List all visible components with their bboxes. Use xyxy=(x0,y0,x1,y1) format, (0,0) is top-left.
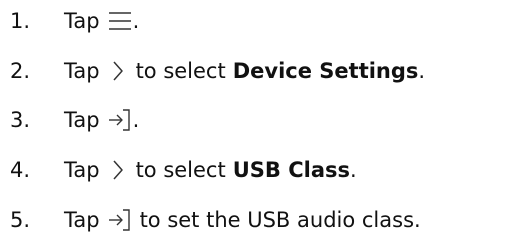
step-end: . xyxy=(418,59,426,83)
step-end: . xyxy=(414,208,421,232)
step-4: 4. Tap to select USB Class . xyxy=(10,153,357,187)
step-target: USB Class xyxy=(232,158,350,182)
step-text: Tap . xyxy=(64,108,139,132)
step-1: 1. Tap . xyxy=(10,4,139,38)
step-instruction: to select xyxy=(135,59,226,83)
step-5: 5. Tap to set the USB audio class . xyxy=(10,203,421,237)
tap-word: Tap xyxy=(64,108,100,132)
tap-word: Tap xyxy=(64,208,100,232)
step-number: 1. xyxy=(10,9,31,33)
tap-word: Tap xyxy=(64,9,100,33)
tap-word: Tap xyxy=(64,158,100,182)
step-number: 5. xyxy=(10,208,31,232)
step-end: . xyxy=(350,158,357,182)
step-instruction: to select xyxy=(135,158,226,182)
step-3: 3. Tap . xyxy=(10,103,139,137)
chevron-right-icon xyxy=(110,158,126,182)
step-number: 3. xyxy=(10,108,31,132)
step-end: . xyxy=(132,9,140,33)
step-end: . xyxy=(132,108,140,132)
step-number: 4. xyxy=(10,158,31,182)
enter-icon xyxy=(107,208,133,232)
step-text: Tap to select Device Settings . xyxy=(64,59,425,83)
tap-word: Tap xyxy=(64,59,100,83)
step-text: Tap to set the USB audio class . xyxy=(64,208,421,232)
step-number: 2. xyxy=(10,59,31,83)
menu-icon xyxy=(107,10,133,32)
enter-icon xyxy=(107,108,133,132)
step-2: 2. Tap to select Device Settings . xyxy=(10,54,425,88)
step-text: Tap to select USB Class . xyxy=(64,158,357,182)
step-text: Tap . xyxy=(64,9,139,33)
step-instruction: to set the USB audio class xyxy=(139,208,415,232)
chevron-right-icon xyxy=(110,59,126,83)
step-target: Device Settings xyxy=(232,59,419,83)
